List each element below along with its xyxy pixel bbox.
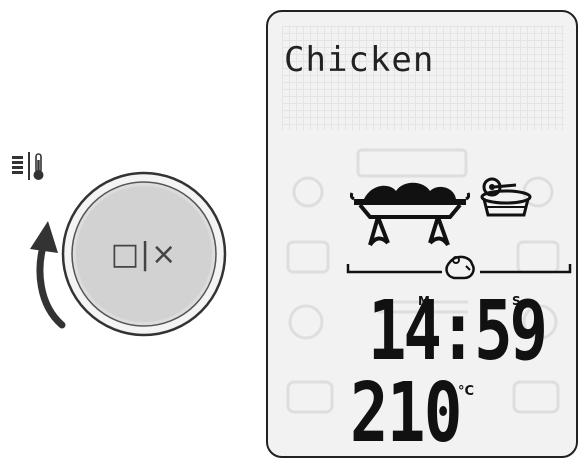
level-bars-icon: [12, 156, 23, 174]
temperature-readout: 210: [350, 366, 462, 458]
lcd-display: Chicken M S 14:59 210 °C: [266, 10, 578, 458]
mode-icons: [12, 152, 44, 180]
thermometer-icon: [33, 153, 44, 180]
knob-stop-cancel-label: □|×: [110, 236, 178, 272]
poultry-icon: [445, 255, 475, 280]
separator-line: [346, 255, 572, 280]
covered-dish-icon: [480, 177, 532, 217]
temperature-unit: °C: [458, 384, 475, 399]
time-readout: 14:59: [368, 284, 548, 379]
grill-rack-icon: [350, 182, 470, 247]
program-name: Chicken: [284, 40, 435, 80]
